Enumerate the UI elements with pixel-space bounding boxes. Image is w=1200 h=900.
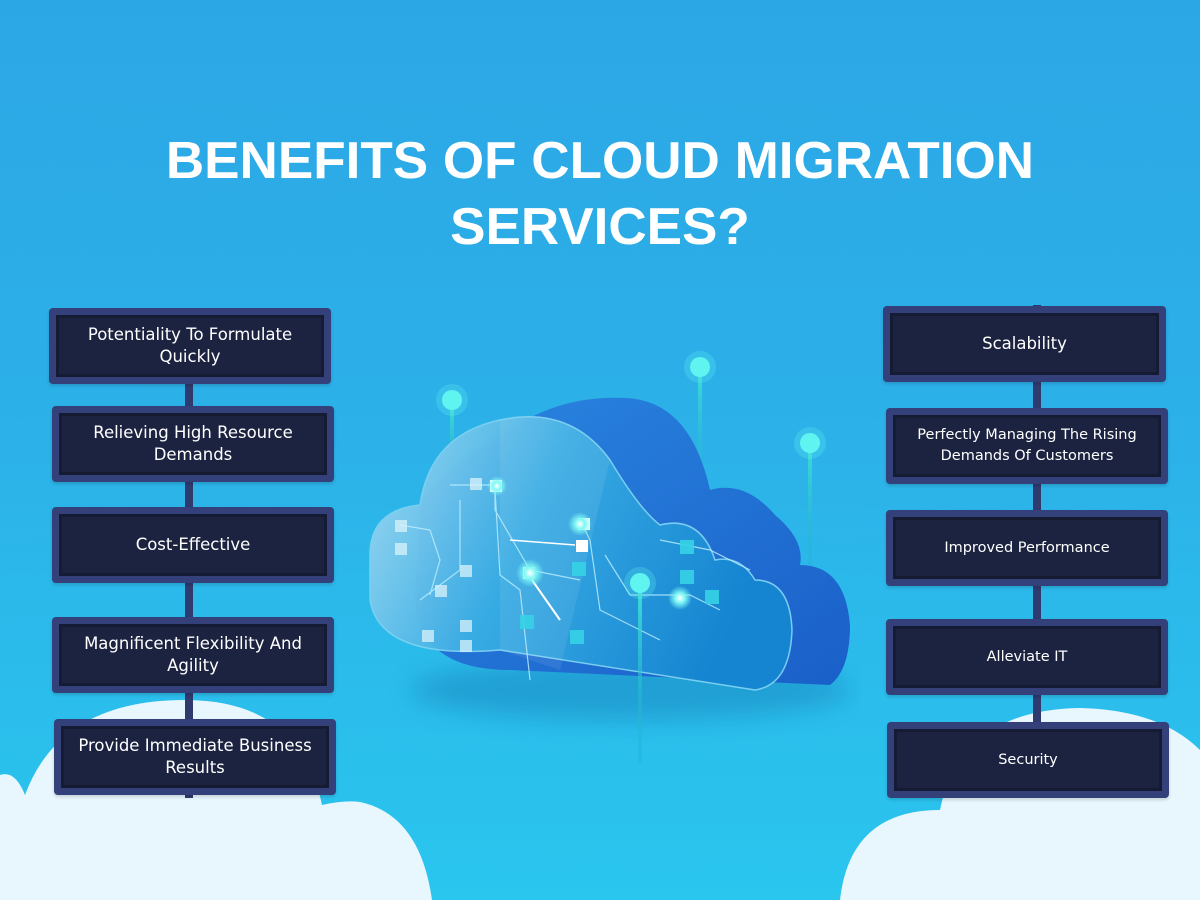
benefit-label: Magnificent Flexibility And Agility <box>59 624 327 686</box>
benefit-label: Scalability <box>890 313 1159 375</box>
benefit-card-right-2: Perfectly Managing The Rising Demands Of… <box>886 408 1168 484</box>
benefit-label: Cost-Effective <box>59 514 327 576</box>
benefit-label: Relieving High Resource Demands <box>59 413 327 475</box>
benefit-label: Potentiality To Formulate Quickly <box>56 315 324 377</box>
benefit-card-left-4: Magnificent Flexibility And Agility <box>52 617 334 693</box>
benefit-label: Perfectly Managing The Rising Demands Of… <box>893 415 1161 477</box>
benefit-card-left-1: Potentiality To Formulate Quickly <box>49 308 331 384</box>
benefit-label: Security <box>894 729 1162 791</box>
benefit-label: Improved Performance <box>893 517 1161 579</box>
benefit-card-left-3: Cost-Effective <box>52 507 334 583</box>
benefit-card-right-3: Improved Performance <box>886 510 1168 586</box>
benefit-card-right-5: Security <box>887 722 1169 798</box>
benefit-card-right-4: Alleviate IT <box>886 619 1168 695</box>
title-line-2: SERVICES? <box>450 198 750 256</box>
title-line-1: BENEFITS OF CLOUD MIGRATION <box>165 132 1035 190</box>
benefit-label: Alleviate IT <box>893 626 1161 688</box>
page-title: BENEFITS OF CLOUD MIGRATION SERVICES? <box>0 128 1200 260</box>
cloud-circuit-icon <box>369 351 850 765</box>
benefit-card-left-2: Relieving High Resource Demands <box>52 406 334 482</box>
benefit-card-right-1: Scalability <box>883 306 1166 382</box>
benefit-card-left-5: Provide Immediate Business Results <box>54 719 336 795</box>
benefit-label: Provide Immediate Business Results <box>61 726 329 788</box>
